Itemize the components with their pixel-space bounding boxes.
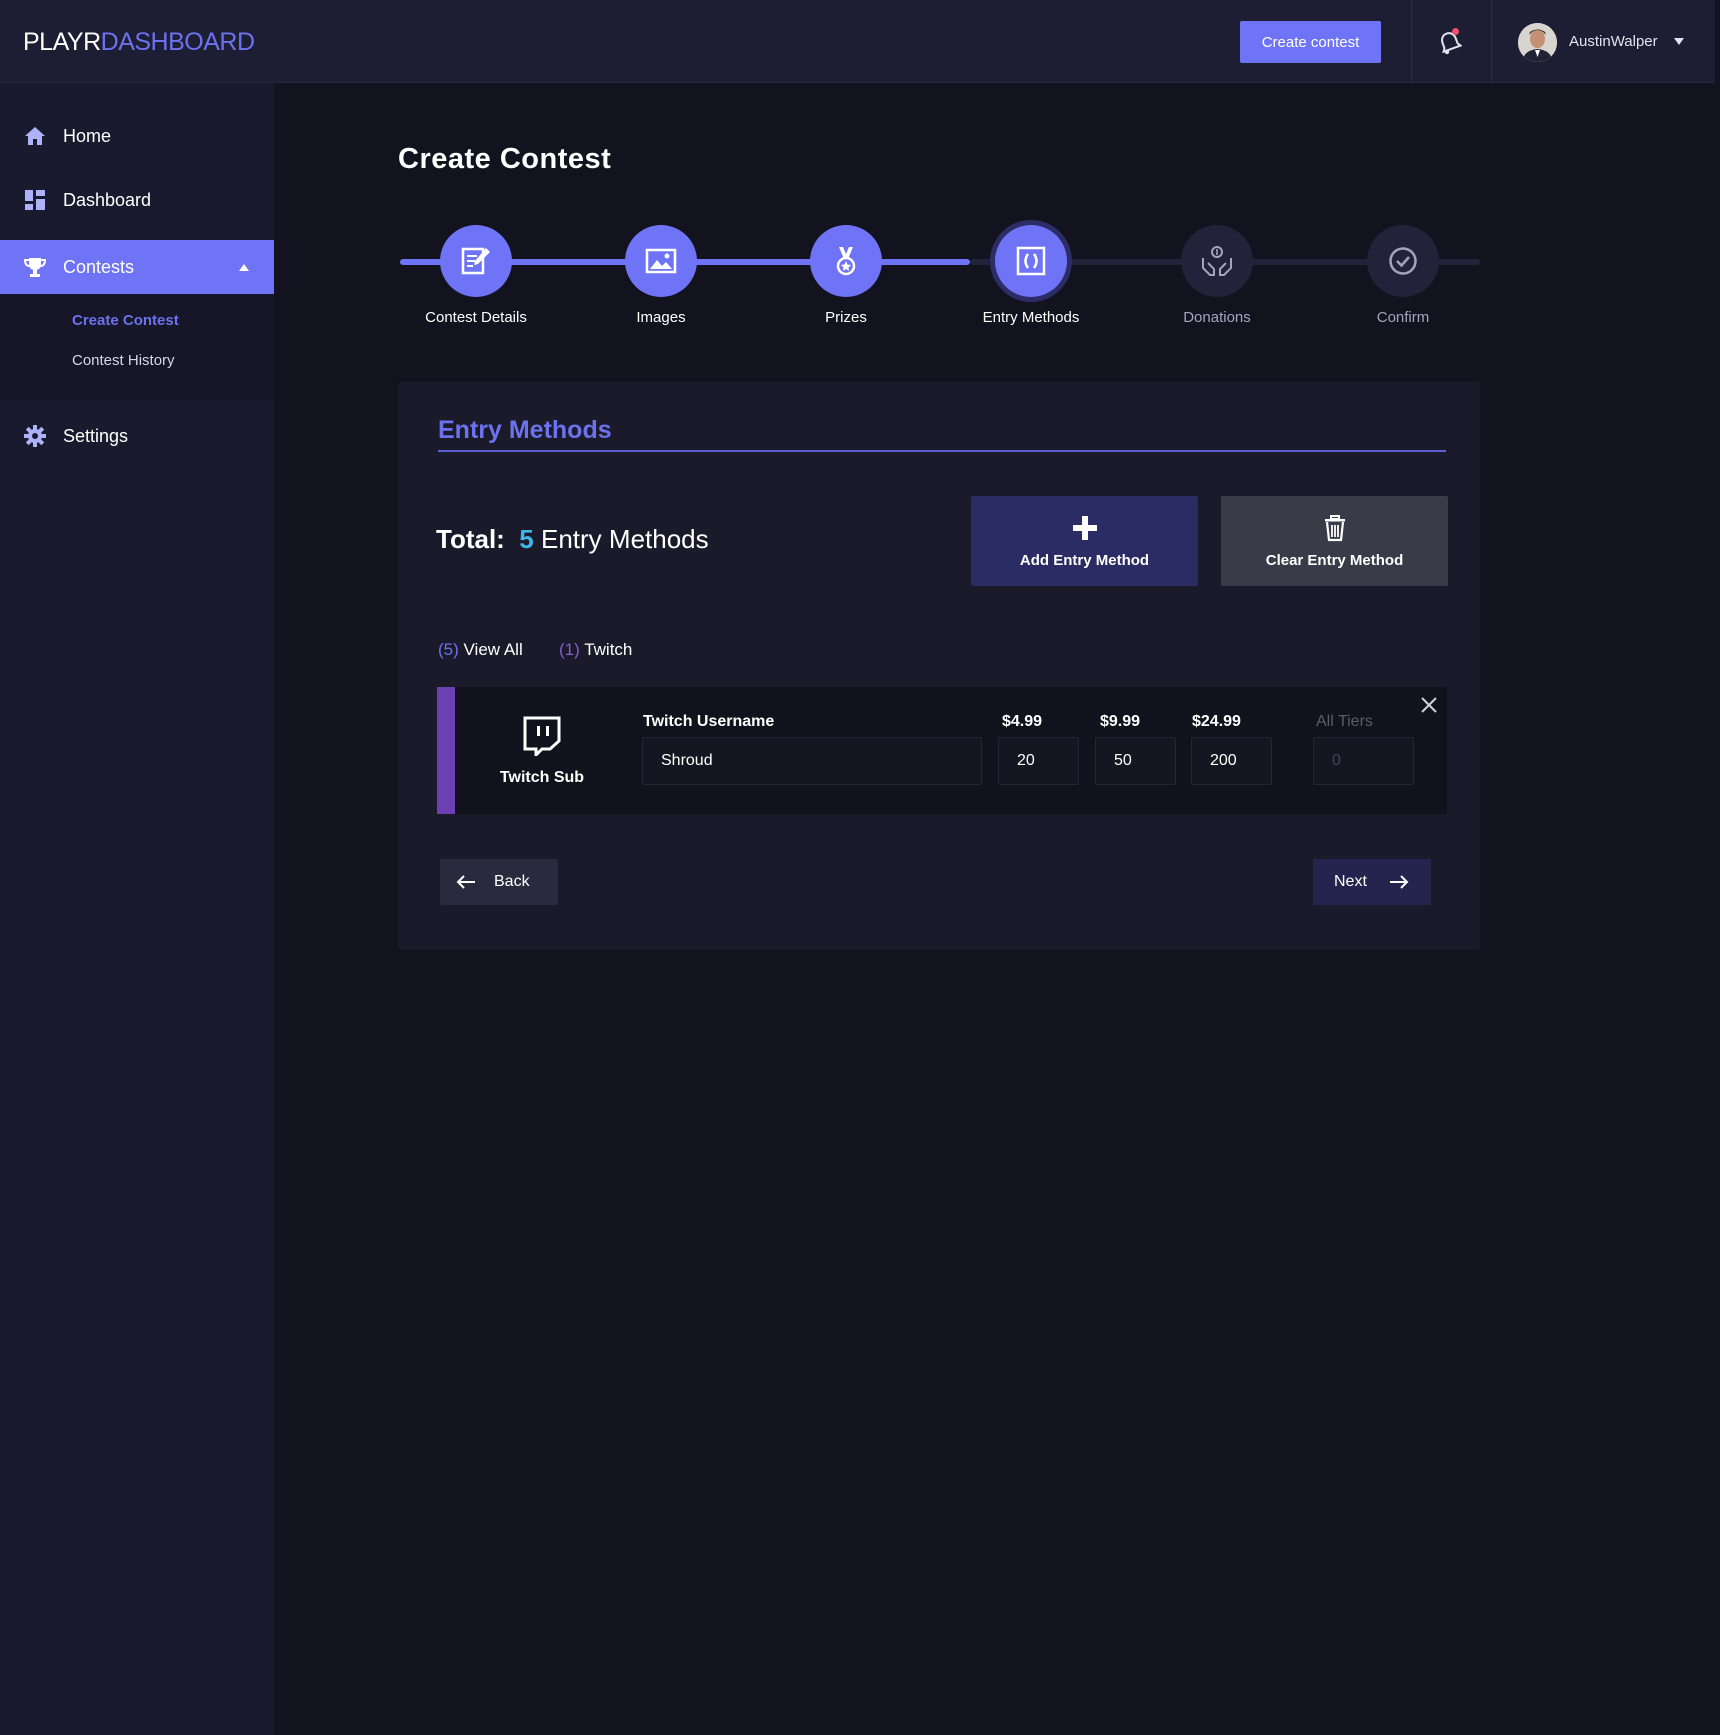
all-tiers-input[interactable]: 0	[1313, 737, 1414, 785]
filter-label: Twitch	[584, 640, 633, 659]
image-icon	[645, 248, 677, 274]
submenu-item-contest-history[interactable]: Contest History	[72, 352, 175, 369]
sidebar-item-settings[interactable]: Settings	[0, 409, 274, 463]
tier1-label: $4.99	[1002, 713, 1043, 730]
step-label: Confirm	[1376, 309, 1430, 326]
sidebar-item-label: Dashboard	[63, 189, 152, 210]
notification-bell-icon[interactable]	[1438, 30, 1462, 56]
twitch-username-label: Twitch Username	[643, 713, 775, 730]
step-prizes[interactable]: Prizes	[810, 225, 882, 326]
donation-hands-icon	[1202, 246, 1232, 276]
clear-entry-method-label: Clear Entry Method	[1265, 551, 1404, 569]
step-label: Donations	[1183, 309, 1251, 326]
step-label: Contest Details	[425, 309, 527, 326]
tier3-input[interactable]: 200	[1191, 737, 1272, 785]
all-tiers-label: All Tiers	[1316, 713, 1373, 730]
filter-view-all[interactable]: (5) View All	[438, 640, 523, 660]
filter-label: View All	[463, 640, 523, 659]
entry-methods-panel: Entry Methods Total: 5 Entry Methods Add…	[398, 382, 1480, 950]
notification-dot	[1452, 28, 1459, 35]
logo-secondary: DASHBOARD	[100, 28, 255, 56]
tier2-label: $9.99	[1100, 713, 1141, 730]
back-button[interactable]: Back	[440, 859, 558, 905]
tier1-input[interactable]: 20	[998, 737, 1079, 785]
step-contest-details[interactable]: Contest Details	[425, 225, 527, 326]
tier3-label: $24.99	[1192, 713, 1241, 730]
step-circle	[995, 225, 1067, 297]
top-bar: PLAYRDASHBOARD Create contest AustinWalp…	[0, 0, 1715, 83]
sidebar: Home Dashboard Contests Create Contest C…	[0, 83, 274, 1735]
total-suffix: Entry Methods	[541, 524, 709, 554]
gear-icon	[24, 425, 46, 447]
dashboard-icon	[25, 190, 45, 210]
step-donations[interactable]: Donations	[1181, 225, 1253, 326]
sidebar-item-dashboard[interactable]: Dashboard	[0, 173, 274, 227]
entry-methods-icon	[1016, 246, 1046, 276]
sidebar-item-label: Home	[63, 125, 112, 146]
submenu-item-create-contest[interactable]: Create Contest	[72, 312, 179, 329]
twitch-username-input[interactable]: Shroud	[642, 737, 982, 785]
page-title: Create Contest	[398, 143, 612, 175]
app-logo[interactable]: PLAYRDASHBOARD	[23, 28, 255, 57]
clear-entry-method-button[interactable]: Clear Entry Method	[1221, 496, 1448, 586]
step-entry-methods[interactable]: Entry Methods	[983, 225, 1079, 326]
home-icon	[25, 127, 45, 145]
logo-primary: PLAYR	[23, 28, 101, 56]
section-divider	[438, 450, 1446, 452]
step-confirm[interactable]: Confirm	[1367, 225, 1439, 326]
next-label: Next	[1334, 873, 1367, 890]
trash-icon	[1324, 514, 1345, 541]
arrow-right-icon	[1390, 875, 1409, 889]
total-label: Total:	[436, 524, 505, 554]
step-images[interactable]: Images	[625, 225, 697, 326]
plus-icon	[1072, 515, 1097, 540]
close-icon[interactable]	[1419, 695, 1439, 715]
add-entry-method-label: Add Entry Method	[1019, 551, 1150, 569]
user-photo-icon	[1518, 23, 1557, 62]
step-circle	[1181, 225, 1253, 297]
tier2-input[interactable]: 50	[1095, 737, 1176, 785]
entry-type-label: Twitch Sub	[499, 769, 585, 786]
filter-count: (1)	[559, 640, 580, 659]
username-label[interactable]: AustinWalper	[1569, 33, 1658, 50]
progress-stepper: Contest Details Images Prizes Entry Meth…	[398, 222, 1480, 332]
contests-submenu: Create Contest Contest History	[0, 294, 274, 400]
total-count: 5	[519, 524, 534, 554]
create-contest-button[interactable]: Create contest	[1240, 21, 1381, 63]
chevron-up-icon[interactable]	[239, 263, 249, 271]
back-label: Back	[494, 873, 530, 890]
arrow-left-icon	[456, 875, 475, 889]
next-button[interactable]: Next	[1313, 859, 1431, 905]
sidebar-item-label: Settings	[63, 425, 129, 446]
total-summary: Total: 5 Entry Methods	[436, 524, 709, 555]
step-label: Prizes	[825, 309, 867, 326]
step-circle	[810, 225, 882, 297]
filter-twitch[interactable]: (1) Twitch	[559, 640, 632, 660]
add-entry-method-button[interactable]: Add Entry Method	[971, 496, 1198, 586]
entry-method-card: Twitch Sub Twitch Username Shroud $4.99 …	[437, 687, 1447, 814]
twitch-accent-bar	[437, 687, 455, 814]
medal-icon	[836, 247, 856, 276]
step-circle	[625, 225, 697, 297]
sidebar-item-label: Contests	[63, 256, 135, 277]
sidebar-item-home[interactable]: Home	[0, 109, 274, 163]
sidebar-item-contests[interactable]: Contests	[0, 240, 274, 294]
step-label: Images	[636, 309, 686, 326]
avatar[interactable]	[1518, 23, 1557, 62]
header-divider	[1411, 0, 1412, 83]
step-circle	[440, 225, 512, 297]
trophy-icon	[24, 258, 46, 277]
step-circle	[1367, 225, 1439, 297]
header-divider	[1491, 0, 1492, 83]
twitch-icon	[523, 716, 561, 756]
chevron-down-icon[interactable]	[1674, 38, 1684, 45]
step-label: Entry Methods	[982, 309, 1080, 326]
check-circle-icon	[1389, 247, 1417, 275]
edit-document-icon	[461, 247, 490, 275]
section-title: Entry Methods	[438, 416, 612, 444]
filter-count: (5)	[438, 640, 459, 659]
